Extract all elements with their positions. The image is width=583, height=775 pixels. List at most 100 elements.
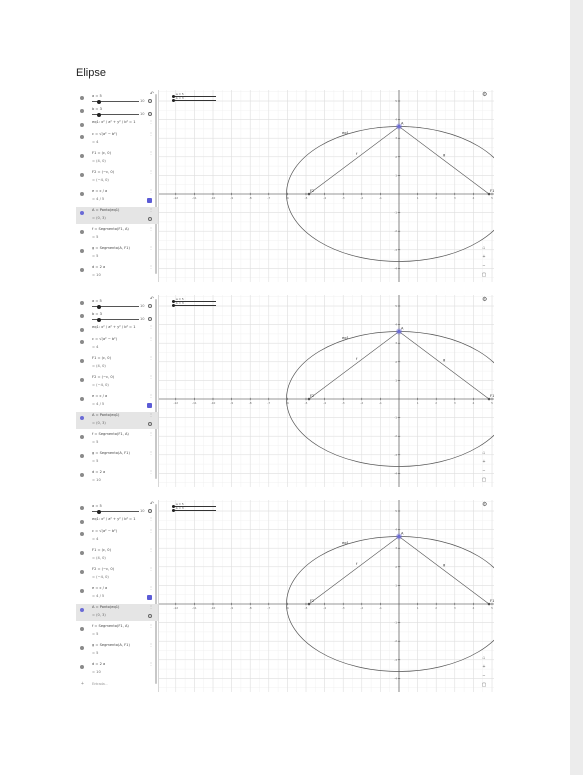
more-options-icon[interactable]: ⋮ — [149, 324, 153, 329]
more-options-icon[interactable]: ⋮ — [149, 604, 153, 609]
graphics-slider-knob[interactable] — [172, 509, 175, 512]
algebra-item[interactable]: d = 2 a = 10 ⋮ — [76, 661, 158, 678]
algebra-item[interactable]: e = c / a = 4 / 5 ⋮ — [76, 393, 158, 410]
visibility-toggle-icon[interactable] — [80, 173, 84, 177]
algebra-item[interactable]: g = Segmento(A, F1) = 5 ⋮ — [76, 245, 158, 262]
slider-knob[interactable] — [97, 99, 101, 104]
undo-icon[interactable]: ↶ — [149, 91, 155, 97]
play-button-icon[interactable] — [148, 217, 152, 221]
visibility-toggle-icon[interactable] — [80, 627, 84, 631]
visibility-toggle-icon[interactable] — [80, 135, 84, 139]
visibility-toggle-icon[interactable] — [80, 473, 84, 477]
more-options-icon[interactable]: ⋮ — [149, 374, 153, 379]
visibility-toggle-icon[interactable] — [80, 665, 84, 669]
more-options-icon[interactable]: ⋮ — [149, 207, 153, 212]
more-options-icon[interactable]: ⋮ — [149, 355, 153, 360]
zoom-in-icon[interactable]: + — [481, 459, 487, 465]
more-options-icon[interactable]: ⋮ — [149, 516, 153, 521]
more-options-icon[interactable]: ⋮ — [149, 150, 153, 155]
algebra-item[interactable]: b = 3 10 — [76, 311, 158, 322]
more-options-icon[interactable]: ⋮ — [149, 412, 153, 417]
home-icon[interactable]: ⌂ — [481, 655, 487, 661]
graphics-canvas[interactable]: -12 -11 -10 -9 -8 -7 -6 -5 -4 -3 -2 -1 1 2 3 4 5-4-3-2-1… — [159, 90, 494, 282]
visibility-toggle-icon[interactable] — [80, 416, 84, 420]
more-options-icon[interactable]: ⋮ — [149, 119, 153, 124]
algebra-item[interactable]: F2 = (−c, 0) = (−4, 0) ⋮ — [76, 566, 158, 583]
home-icon[interactable]: ⌂ — [481, 450, 487, 456]
visibility-toggle-icon[interactable] — [80, 532, 84, 536]
more-options-icon[interactable]: ⋮ — [149, 469, 153, 474]
algebra-item[interactable]: e = c / a = 4 / 5 ⋮ — [76, 585, 158, 602]
algebra-item[interactable]: c = √(a² − b²) = 4 ⋮ — [76, 336, 158, 353]
fullscreen-icon[interactable]: ▢ — [481, 272, 487, 278]
more-options-icon[interactable]: ⋮ — [149, 393, 153, 398]
visibility-toggle-icon[interactable] — [80, 520, 84, 524]
algebra-item[interactable]: c = √(a² − b²) = 4 ⋮ — [76, 528, 158, 545]
visibility-toggle-icon[interactable] — [80, 378, 84, 382]
graphics-canvas[interactable]: -12 -11 -10 -9 -8 -7 -6 -5 -4 -3 -2 -1 1 2 3 4 5-4-3-2-1… — [159, 500, 494, 692]
more-options-icon[interactable]: ⋮ — [149, 264, 153, 269]
visibility-toggle-icon[interactable] — [80, 192, 84, 196]
graphics-slider-knob[interactable] — [172, 505, 175, 508]
algebra-item[interactable]: eq1: x² / a² + y² / b² = 1 ⋮ — [76, 324, 158, 334]
graphics-slider-track[interactable] — [172, 100, 216, 101]
more-options-icon[interactable]: ⋮ — [149, 623, 153, 628]
undo-icon[interactable]: ↶ — [149, 296, 155, 302]
visibility-toggle-icon[interactable] — [80, 454, 84, 458]
slider-knob[interactable] — [97, 112, 101, 117]
visibility-toggle-icon[interactable] — [80, 359, 84, 363]
graphics-slider-knob[interactable] — [172, 300, 175, 303]
algebra-item[interactable]: A = Ponto(eq1) = (0, 3) ⋮ — [76, 604, 158, 621]
zoom-out-icon[interactable]: − — [481, 468, 487, 474]
algebra-item[interactable]: d = 2 a = 10 ⋮ — [76, 469, 158, 486]
more-options-icon[interactable]: ⋮ — [149, 131, 153, 136]
visibility-toggle-icon[interactable] — [80, 608, 84, 612]
more-options-icon[interactable]: ⋮ — [149, 169, 153, 174]
algebra-item[interactable]: g = Segmento(A, F1) = 5 ⋮ — [76, 642, 158, 659]
algebra-item[interactable]: F2 = (−c, 0) = (−4, 0) ⋮ — [76, 169, 158, 186]
graphics-settings-icon[interactable]: ⚙ — [482, 92, 489, 98]
more-options-icon[interactable]: ⋮ — [149, 566, 153, 571]
graphics-slider-knob[interactable] — [172, 95, 175, 98]
visibility-toggle-icon[interactable] — [80, 268, 84, 272]
graphics-slider-knob[interactable] — [172, 99, 175, 102]
visibility-toggle-icon[interactable] — [80, 109, 84, 113]
visibility-toggle-icon[interactable] — [80, 551, 84, 555]
play-button-icon[interactable] — [148, 509, 152, 513]
algebra-item[interactable]: f = Segmento(F1, A) = 5 ⋮ — [76, 226, 158, 243]
algebra-item[interactable]: c = √(a² − b²) = 4 ⋮ — [76, 131, 158, 148]
more-options-icon[interactable]: ⋮ — [149, 336, 153, 341]
more-options-icon[interactable]: ⋮ — [149, 188, 153, 193]
more-options-icon[interactable]: ⋮ — [149, 661, 153, 666]
visibility-toggle-icon[interactable] — [80, 211, 84, 215]
play-button-icon[interactable] — [148, 317, 152, 321]
slider-knob[interactable] — [97, 317, 101, 322]
visibility-toggle-icon[interactable] — [80, 506, 84, 510]
visibility-toggle-icon[interactable] — [80, 340, 84, 344]
undo-icon[interactable]: ↶ — [149, 501, 155, 507]
visibility-toggle-icon[interactable] — [80, 123, 84, 127]
slider-knob[interactable] — [97, 509, 101, 514]
algebra-item[interactable]: a = 5 10 — [76, 503, 158, 514]
checkbox-icon[interactable] — [147, 595, 152, 600]
visibility-toggle-icon[interactable] — [80, 154, 84, 158]
more-options-icon[interactable]: ⋮ — [149, 547, 153, 552]
algebra-item[interactable]: A = Ponto(eq1) = (0, 3) ⋮ — [76, 412, 158, 429]
slider-knob[interactable] — [97, 304, 101, 309]
graphics-settings-icon[interactable]: ⚙ — [482, 502, 489, 508]
more-options-icon[interactable]: ⋮ — [149, 431, 153, 436]
visibility-toggle-icon[interactable] — [80, 397, 84, 401]
play-button-icon[interactable] — [148, 99, 152, 103]
algebra-item[interactable]: g = Segmento(A, F1) = 5 ⋮ — [76, 450, 158, 467]
play-button-icon[interactable] — [148, 112, 152, 116]
algebra-item[interactable]: a = 5 10 — [76, 298, 158, 309]
play-button-icon[interactable] — [148, 304, 152, 308]
graphics-slider-knob[interactable] — [172, 304, 175, 307]
more-options-icon[interactable]: ⋮ — [149, 585, 153, 590]
algebra-item[interactable]: F1 = (c, 0) = (4, 0) ⋮ — [76, 150, 158, 167]
more-options-icon[interactable]: ⋮ — [149, 642, 153, 647]
algebra-item[interactable]: F1 = (c, 0) = (4, 0) ⋮ — [76, 355, 158, 372]
play-button-icon[interactable] — [148, 614, 152, 618]
algebra-item[interactable]: eq1: x² / a² + y² / b² = 1 ⋮ — [76, 516, 158, 526]
play-button-icon[interactable] — [148, 422, 152, 426]
